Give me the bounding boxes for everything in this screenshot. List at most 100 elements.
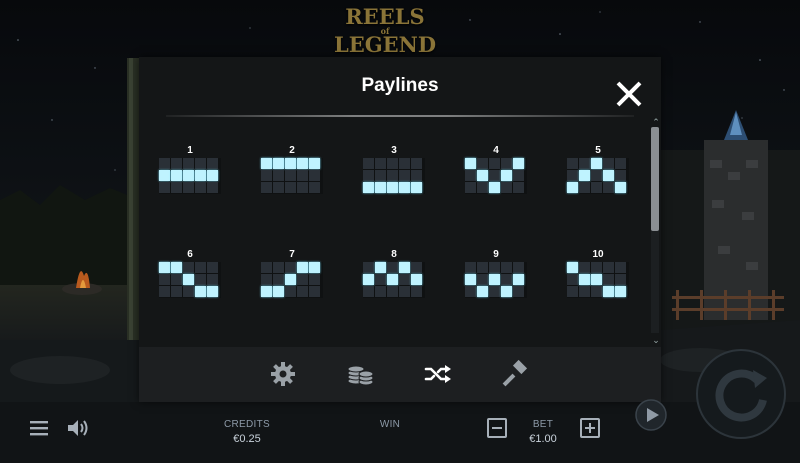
payline-cell-active xyxy=(273,158,284,169)
payline-cell xyxy=(579,286,590,297)
payline-number: 7 xyxy=(289,249,295,260)
payline-cell xyxy=(297,274,308,285)
scroll-down-arrow[interactable]: ⌄ xyxy=(650,335,662,345)
payline-cell xyxy=(273,170,284,181)
payline-pattern xyxy=(159,262,221,298)
payline-cell xyxy=(465,262,476,273)
payline-cell xyxy=(567,286,578,297)
payline-cell-active xyxy=(363,182,374,193)
payline-pattern xyxy=(159,158,221,194)
payline-cell xyxy=(501,274,512,285)
logo-line-3: LEGEND xyxy=(333,32,437,57)
payline-cell-active xyxy=(411,274,422,285)
payline-cell-active xyxy=(159,170,170,181)
bottom-bar: CREDITS €0.25 WIN BET €1.00 xyxy=(0,399,800,463)
payline-cell xyxy=(159,274,170,285)
payline-10: 10 xyxy=(567,249,629,299)
payline-cell xyxy=(603,262,614,273)
payline-cell-active xyxy=(501,170,512,181)
payline-cell xyxy=(159,182,170,193)
payline-cell xyxy=(375,170,386,181)
payline-cell xyxy=(411,286,422,297)
payline-cell xyxy=(387,158,398,169)
payline-7: 7 xyxy=(261,249,323,299)
payline-cell-active xyxy=(159,262,170,273)
payline-8: 8 xyxy=(363,249,425,299)
payline-cell xyxy=(591,182,602,193)
payline-pattern xyxy=(363,158,425,194)
payline-cell xyxy=(159,158,170,169)
plus-icon xyxy=(585,423,595,433)
payline-cell xyxy=(399,286,410,297)
modal-tab-bar xyxy=(139,347,661,402)
payline-cell xyxy=(363,170,374,181)
payline-number: 2 xyxy=(289,145,295,156)
credits-value: €0.25 xyxy=(233,433,261,445)
payline-cell xyxy=(513,286,524,297)
payline-cell xyxy=(489,262,500,273)
payline-cell-active xyxy=(603,170,614,181)
bet-decrease-button[interactable] xyxy=(487,418,507,438)
gear-icon xyxy=(271,362,295,386)
payline-pattern xyxy=(567,158,629,194)
payline-pattern xyxy=(465,158,527,194)
menu-button[interactable] xyxy=(30,419,48,437)
payline-cell-active xyxy=(285,274,296,285)
payline-number: 9 xyxy=(493,249,499,260)
payline-cell xyxy=(207,182,218,193)
game-logo: REELS of LEGEND xyxy=(330,6,440,56)
shuffle-icon xyxy=(424,365,451,383)
sound-button[interactable] xyxy=(66,417,90,439)
payline-cell xyxy=(513,170,524,181)
payline-cell xyxy=(375,274,386,285)
tab-paylines[interactable] xyxy=(423,359,453,389)
payline-cell xyxy=(171,158,182,169)
payline-cell-active xyxy=(399,262,410,273)
payline-cell xyxy=(159,286,170,297)
payline-cell-active xyxy=(387,182,398,193)
scroll-up-arrow[interactable]: ⌃ xyxy=(650,117,662,127)
bet-increase-button[interactable] xyxy=(580,418,600,438)
tab-settings[interactable] xyxy=(268,359,298,389)
coins-icon xyxy=(347,365,374,386)
payline-cell xyxy=(615,262,626,273)
spin-button[interactable] xyxy=(695,348,787,440)
payline-cell-active xyxy=(297,158,308,169)
scrollbar-thumb[interactable] xyxy=(651,127,659,231)
autoplay-button[interactable] xyxy=(634,398,668,432)
payline-cell xyxy=(183,158,194,169)
payline-cell xyxy=(285,170,296,181)
payline-cell xyxy=(399,158,410,169)
payline-cell xyxy=(261,182,272,193)
payline-cell xyxy=(615,170,626,181)
payline-cell xyxy=(183,262,194,273)
payline-cell xyxy=(195,158,206,169)
tab-rules[interactable] xyxy=(501,359,531,389)
payline-cell-active xyxy=(375,182,386,193)
payline-cell xyxy=(195,274,206,285)
payline-cell xyxy=(591,170,602,181)
payline-cell xyxy=(387,262,398,273)
payline-cell xyxy=(309,286,320,297)
payline-cell xyxy=(615,158,626,169)
payline-cell xyxy=(567,274,578,285)
payline-cell xyxy=(603,274,614,285)
payline-cell-active xyxy=(261,158,272,169)
payline-cell xyxy=(591,286,602,297)
payline-number: 3 xyxy=(391,145,397,156)
payline-cell-active xyxy=(501,286,512,297)
payline-cell xyxy=(513,262,524,273)
payline-cell-active xyxy=(567,262,578,273)
tab-bet[interactable] xyxy=(345,359,375,389)
payline-cell xyxy=(207,262,218,273)
payline-cell xyxy=(207,158,218,169)
payline-cell-active xyxy=(477,170,488,181)
payline-cell-active xyxy=(363,274,374,285)
payline-pattern xyxy=(567,262,629,298)
payline-cell xyxy=(285,182,296,193)
payline-9: 9 xyxy=(465,249,527,299)
scrollbar-track[interactable] xyxy=(651,127,659,333)
payline-cell-active xyxy=(513,158,524,169)
payline-cell xyxy=(375,158,386,169)
payline-cell-active xyxy=(171,170,182,181)
